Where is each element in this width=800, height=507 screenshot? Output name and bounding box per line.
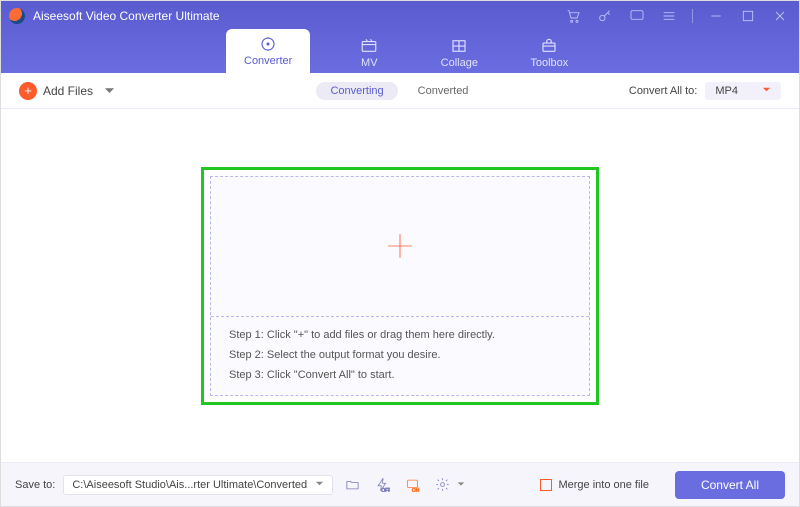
tab-mv[interactable]: MV <box>338 33 400 73</box>
tab-label: Converter <box>244 55 292 67</box>
main-area: Step 1: Click "+" to add files or drag t… <box>1 109 799 462</box>
menu-icon[interactable] <box>660 7 678 25</box>
tab-label: Collage <box>441 57 478 69</box>
dropzone: Step 1: Click "+" to add files or drag t… <box>210 176 590 396</box>
save-to-label: Save to: <box>15 479 55 491</box>
svg-text:ON: ON <box>412 488 420 492</box>
chevron-down-icon <box>762 85 771 97</box>
format-select[interactable]: MP4 <box>705 82 781 100</box>
save-path-select[interactable]: C:\Aiseesoft Studio\Ais...rter Ultimate\… <box>63 475 333 495</box>
app-title: Aiseesoft Video Converter Ultimate <box>33 9 220 23</box>
dropzone-steps: Step 1: Click "+" to add files or drag t… <box>211 317 589 395</box>
add-files-label: Add Files <box>43 84 93 98</box>
convert-all-to: Convert All to: MP4 <box>629 82 781 100</box>
chevron-down-icon <box>315 479 324 491</box>
close-icon[interactable] <box>771 7 789 25</box>
step-text: Step 2: Select the output format you des… <box>229 349 571 361</box>
minimize-icon[interactable] <box>707 7 725 25</box>
bottom-bar: Save to: C:\Aiseesoft Studio\Ais...rter … <box>1 462 799 506</box>
toolbar: + Add Files Converting Converted Convert… <box>1 73 799 109</box>
segment-converted[interactable]: Converted <box>404 82 483 100</box>
main-tabs: Converter MV Collage Toolbox <box>1 31 799 73</box>
open-folder-button[interactable] <box>341 474 363 496</box>
convert-all-to-label: Convert All to: <box>629 85 697 97</box>
title-bar: Aiseesoft Video Converter Ultimate Conve… <box>1 1 799 73</box>
save-path-value: C:\Aiseesoft Studio\Ais...rter Ultimate\… <box>72 479 307 491</box>
tab-label: MV <box>361 57 378 69</box>
tab-label: Toolbox <box>530 57 568 69</box>
divider <box>692 9 693 23</box>
app-window: Aiseesoft Video Converter Ultimate Conve… <box>0 0 800 507</box>
maximize-icon[interactable] <box>739 7 757 25</box>
feedback-icon[interactable] <box>628 7 646 25</box>
title-bar-top: Aiseesoft Video Converter Ultimate <box>1 1 799 31</box>
hw-accel-toggle[interactable]: OFF <box>371 474 393 496</box>
cart-icon[interactable] <box>564 7 582 25</box>
chevron-down-icon[interactable] <box>105 84 114 98</box>
merge-label: Merge into one file <box>558 479 649 491</box>
add-files-button[interactable]: + Add Files <box>19 82 114 100</box>
settings-button[interactable] <box>431 474 453 496</box>
convert-all-button[interactable]: Convert All <box>675 471 785 499</box>
svg-text:OFF: OFF <box>381 488 390 492</box>
tab-collage[interactable]: Collage <box>428 33 490 73</box>
format-value: MP4 <box>715 85 738 97</box>
chevron-down-icon[interactable] <box>457 479 465 491</box>
title-right-controls <box>564 7 789 25</box>
gpu-toggle[interactable]: ON <box>401 474 423 496</box>
title-left: Aiseesoft Video Converter Ultimate <box>9 8 220 24</box>
dropzone-highlight: Step 1: Click "+" to add files or drag t… <box>201 167 599 405</box>
status-segment: Converting Converted <box>316 82 482 100</box>
merge-checkbox[interactable]: Merge into one file <box>540 479 649 491</box>
step-text: Step 3: Click "Convert All" to start. <box>229 369 571 381</box>
step-text: Step 1: Click "+" to add files or drag t… <box>229 329 571 341</box>
plus-icon <box>383 229 417 263</box>
tab-converter[interactable]: Converter <box>226 29 310 73</box>
app-logo-icon <box>9 8 25 24</box>
dropzone-add-area[interactable] <box>211 177 589 317</box>
key-icon[interactable] <box>596 7 614 25</box>
plus-icon: + <box>19 82 37 100</box>
segment-converting[interactable]: Converting <box>316 82 397 100</box>
tab-toolbox[interactable]: Toolbox <box>518 33 580 73</box>
checkbox-box-icon <box>540 479 552 491</box>
